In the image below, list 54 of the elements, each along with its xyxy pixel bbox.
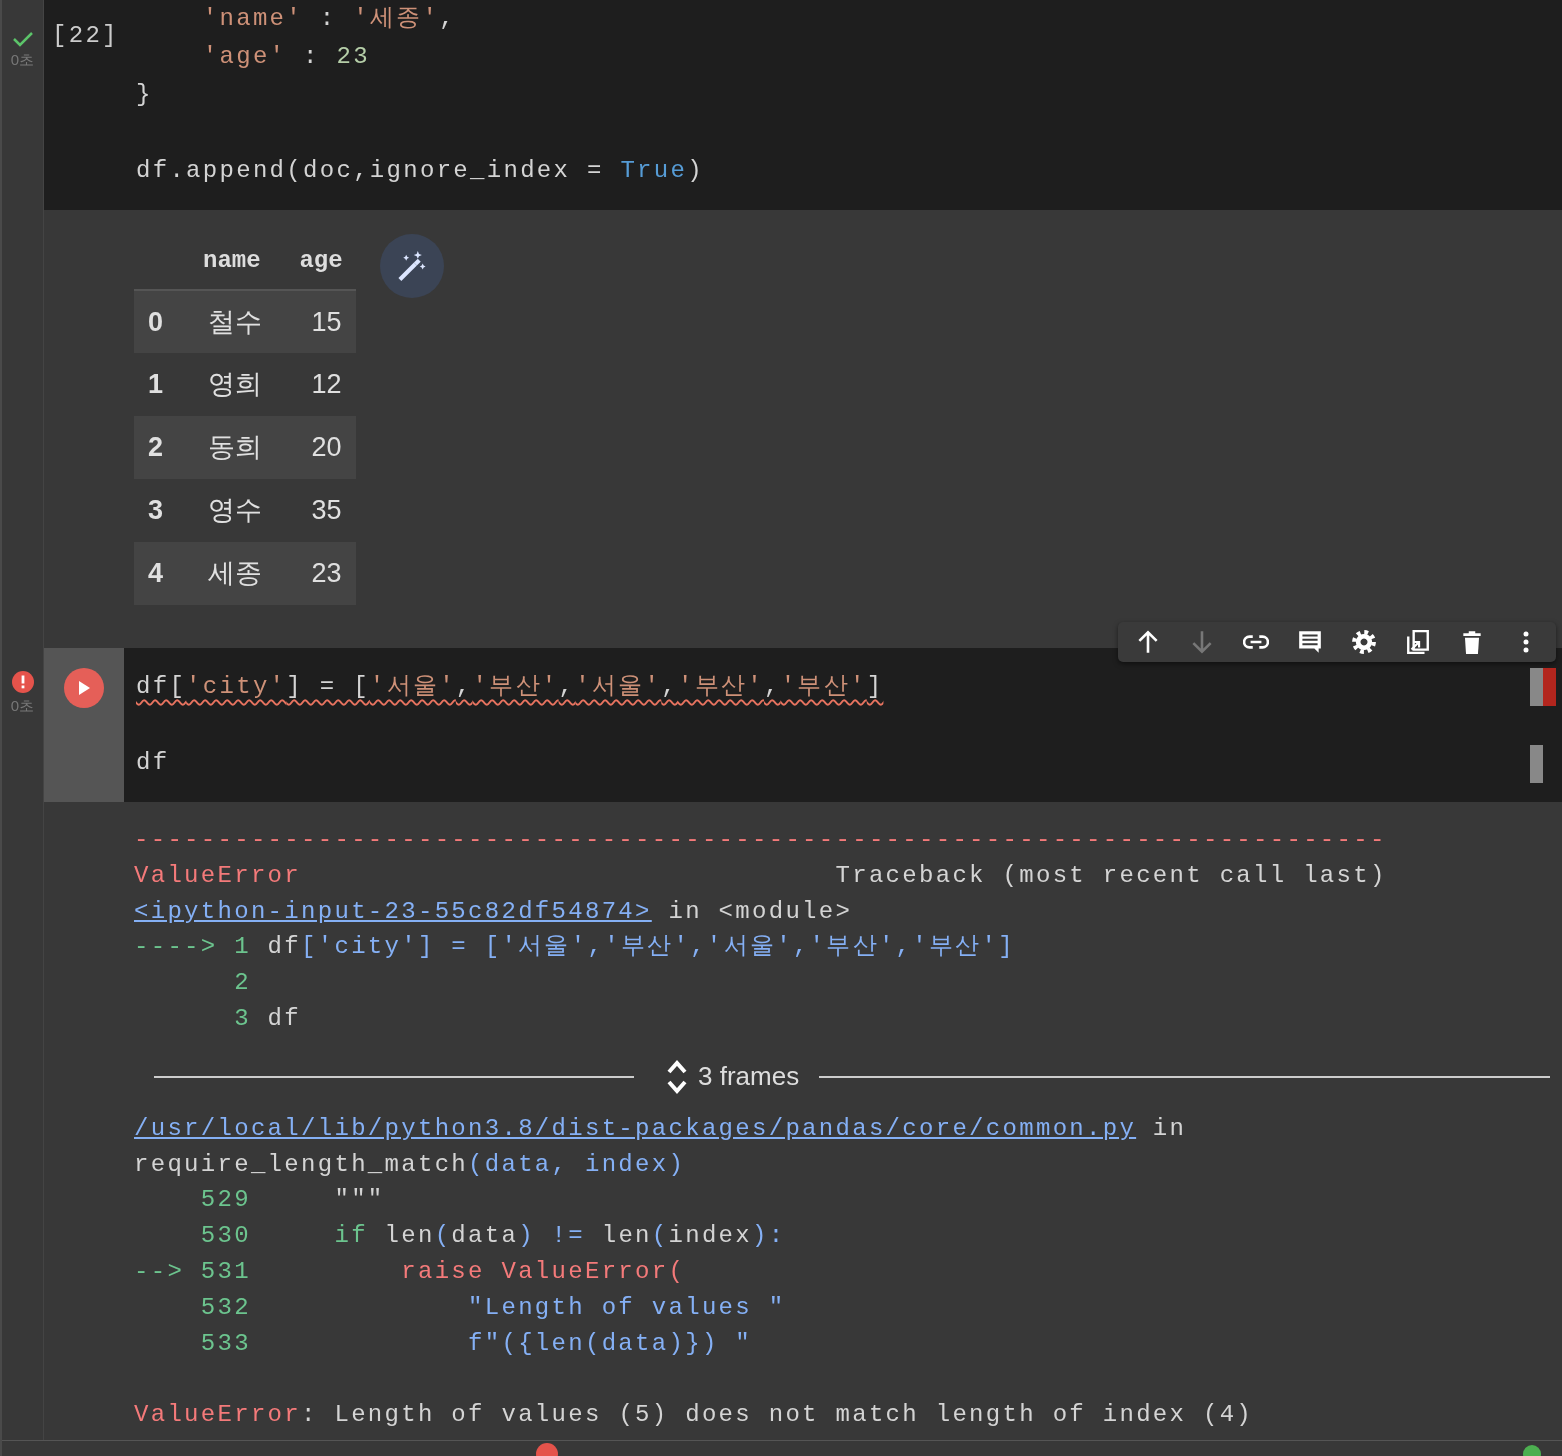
scrollbar-marker (1530, 668, 1556, 706)
code-line: 532 "Length of values " (199, 1292, 786, 1323)
code-line: require_length_match(data, index) (134, 1149, 686, 1180)
run-time: 0초 (10, 698, 35, 713)
code-line: df['city'] = ['서울','부산','서울','부산','부산'] (136, 672, 884, 702)
row-index: 1 (134, 353, 190, 416)
code-line: 529 """ (199, 1185, 385, 1216)
row-index: 0 (134, 290, 190, 353)
error-icon (10, 670, 35, 694)
status-ok-icon (1522, 1442, 1542, 1456)
table-cell: 동희 (190, 416, 274, 479)
table-cell: 세종 (190, 542, 274, 605)
copy-to-icon (1405, 629, 1431, 655)
row-index: 2 (134, 416, 190, 479)
file-link[interactable]: <ipython-input-23-55c82df54874> (134, 897, 652, 925)
scrollbar-marker (1530, 745, 1543, 783)
run-button[interactable] (64, 668, 104, 708)
code-line: <ipython-input-23-55c82df54874> in <module> (134, 896, 853, 927)
status-error-icon (536, 1442, 558, 1456)
table-cell: 영희 (190, 353, 274, 416)
code-line: 2 (233, 968, 251, 999)
code-line: } (136, 80, 153, 110)
table-cell: 35 (273, 479, 356, 542)
code-line: ValueError: Length of values (5) does not match length of index (4) (134, 1400, 1254, 1431)
code-line: ----> 1 df['city'] = ['서울','부산','서울','부산','부산'] (134, 932, 1015, 963)
table-cell: 23 (273, 542, 356, 605)
settings-icon (1351, 629, 1377, 655)
table-cell: 영수 (190, 479, 274, 542)
table-cell: 15 (273, 290, 356, 353)
more-icon (1523, 631, 1529, 653)
table-cell: 철수 (190, 290, 274, 353)
table-cell: 12 (273, 353, 356, 416)
execution-count: [22] (51, 21, 120, 51)
code-line: /usr/local/lib/python3.8/dist-packages/pandas/core/common.py in (134, 1113, 1187, 1144)
code-line: --------------------------------------------------------------------------- (134, 825, 1387, 855)
table-cell: 20 (273, 416, 356, 479)
code-line: df.append(doc,ignore_index = True) (136, 156, 704, 186)
code-line: 'age' : 23 (201, 42, 370, 72)
magic-wand-icon (396, 250, 427, 282)
run-time: 0초 (10, 52, 35, 67)
code-line: 530 if len(data) != len(index): (199, 1221, 786, 1252)
code-line: 3 df (233, 1004, 302, 1034)
code-line: ValueError Traceback (most recent call last) (134, 860, 1387, 891)
frames-toggle[interactable]: 3 frames (666, 1057, 800, 1097)
code-line: 'name' : '세종', (201, 4, 456, 34)
play-icon (78, 681, 90, 695)
comment-icon (1297, 629, 1323, 655)
code-line: --> 531 raise ValueError( (134, 1256, 686, 1287)
row-index: 4 (134, 542, 190, 605)
code-line: 533 f"({len(data)}) " (199, 1328, 752, 1359)
check-icon (11, 30, 34, 48)
file-link[interactable]: /usr/local/lib/python3.8/dist-packages/pandas/core/common.py (134, 1114, 1137, 1142)
row-index: 3 (134, 479, 190, 542)
code-line: df (136, 748, 170, 778)
